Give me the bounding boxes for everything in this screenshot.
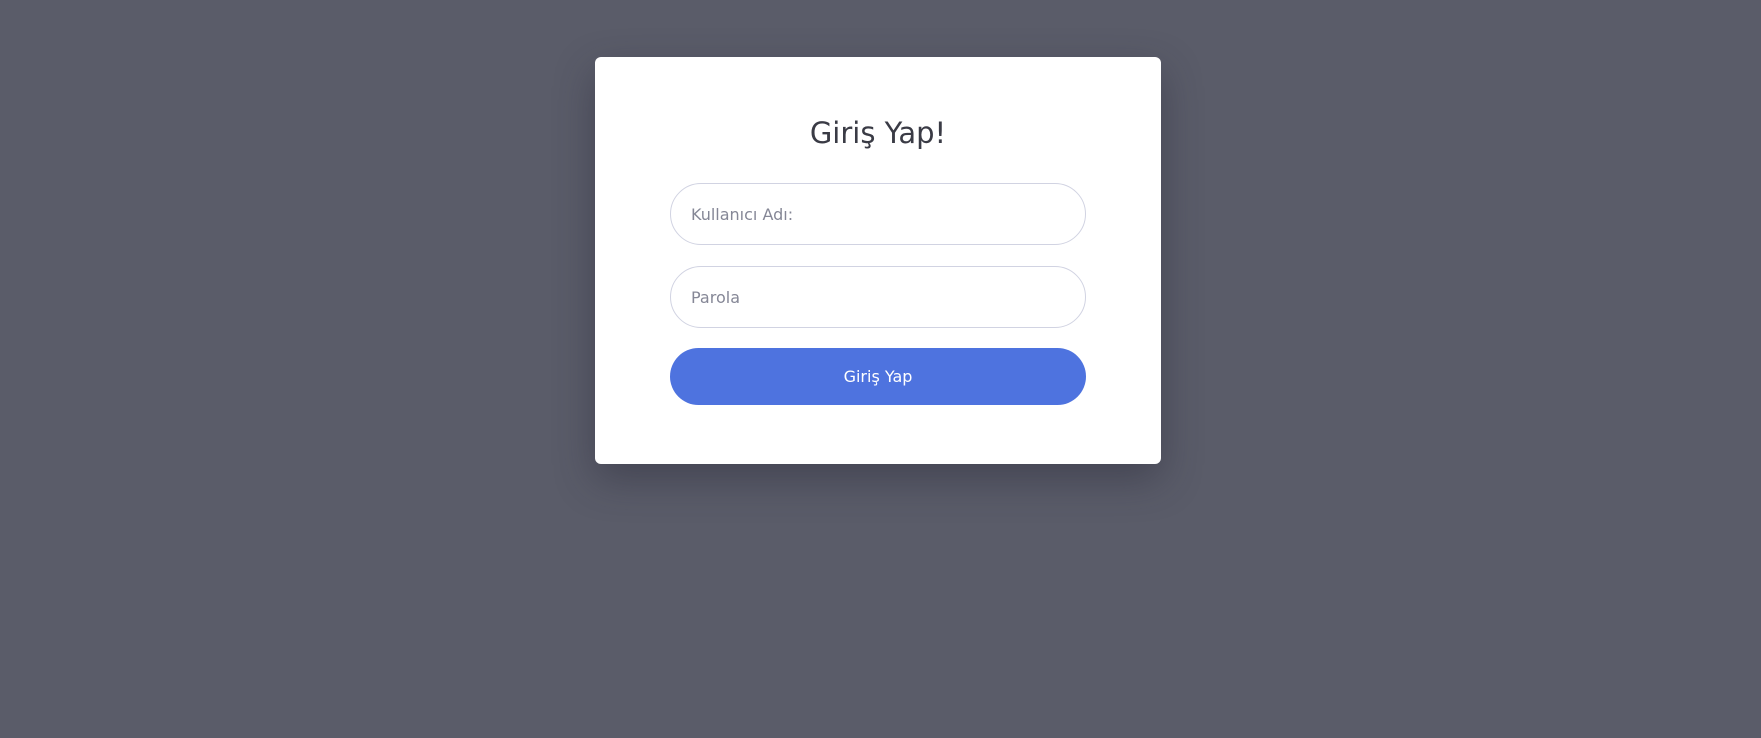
page-title: Giriş Yap!: [809, 116, 947, 150]
login-card: Giriş Yap! Giriş Yap: [595, 57, 1161, 464]
password-input[interactable]: [670, 266, 1086, 328]
username-input[interactable]: [670, 183, 1086, 245]
login-button[interactable]: Giriş Yap: [670, 348, 1086, 405]
